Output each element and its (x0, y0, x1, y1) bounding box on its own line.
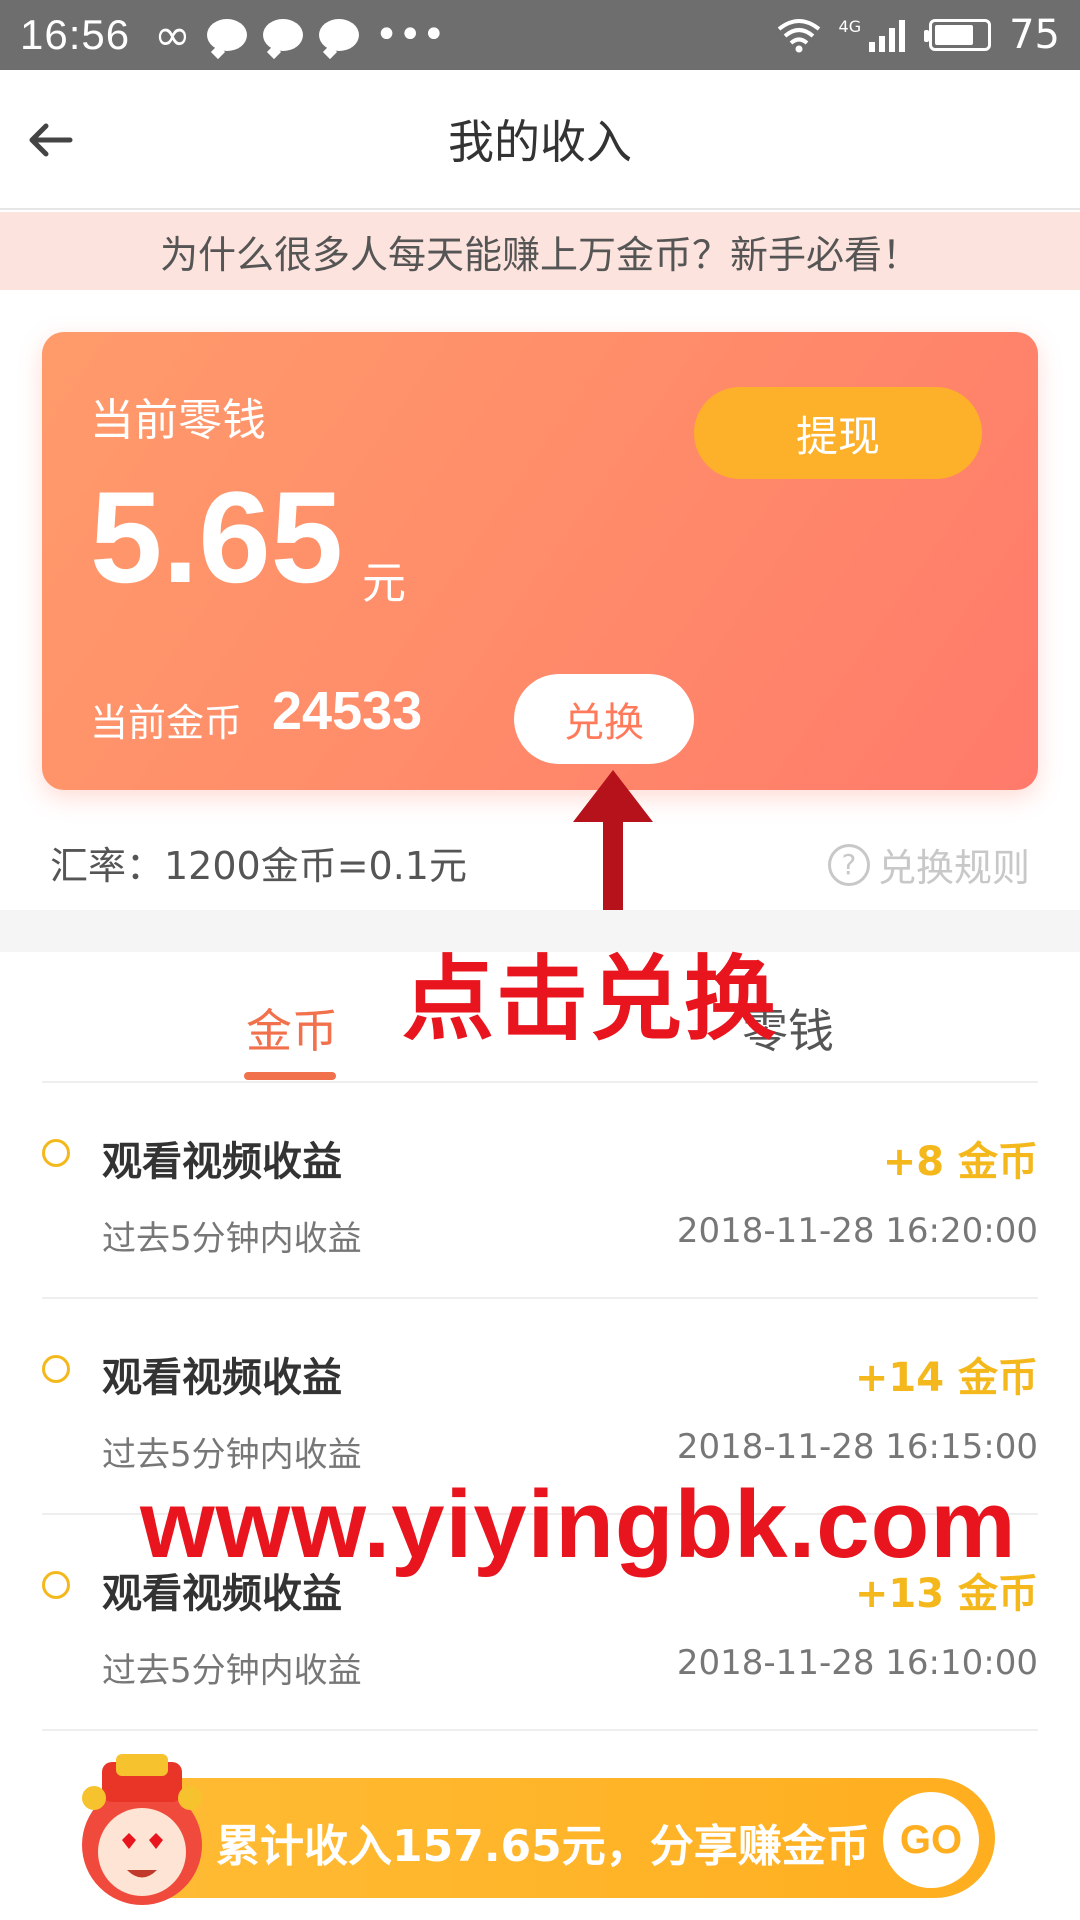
network-type: 4G (838, 16, 862, 36)
annotation-arrow-icon (573, 770, 653, 910)
exchange-rate: 汇率：1200金币=0.1元 (50, 844, 467, 888)
page-title: 我的收入 (448, 115, 632, 169)
record-title: 观看视频收益 (102, 1139, 342, 1185)
share-bar[interactable]: 累计收入157.65元，分享赚金币 GO (110, 1778, 995, 1898)
infinity-icon: ∞ (154, 9, 191, 61)
record-subtitle: 过去5分钟内收益 (102, 1435, 362, 1475)
top-nav: 我的收入 (0, 70, 1080, 210)
battery-icon (924, 19, 992, 51)
total-income-text: 累计收入157.65元，分享赚金币 (216, 1821, 870, 1872)
tutorial-banner[interactable]: 为什么很多人每天能赚上万金币？新手必看！ (0, 212, 1080, 290)
record-subtitle: 过去5分钟内收益 (102, 1651, 362, 1691)
active-tab-indicator (244, 1072, 336, 1080)
record-time: 2018-11-28 16:15:00 (676, 1427, 1038, 1467)
exchange-rules-label: 兑换规则 (877, 846, 1030, 890)
list-item: 观看视频收益 +8 金币 过去5分钟内收益 2018-11-28 16:20:0… (42, 1083, 1038, 1299)
notification-icons: ∞ ••• (154, 10, 445, 61)
chat-bubble-icon (262, 19, 303, 51)
annotation-click-exchange: 点击兑换 (402, 946, 779, 1053)
record-time: 2018-11-28 16:20:00 (676, 1211, 1038, 1251)
withdraw-button[interactable]: 提现 (694, 387, 982, 479)
signal-icon (869, 20, 906, 52)
record-gain: +8 金币 (882, 1139, 1038, 1185)
balance-section: 当前零钱 5.65 元 提现 当前金币 24533 兑换 汇率：1200金币=0… (0, 290, 1080, 910)
status-time: 16:56 (20, 11, 131, 58)
coins-value: 24533 (272, 681, 423, 741)
battery-level: 75 (1009, 12, 1060, 58)
coins-label: 当前金币 (90, 701, 243, 745)
mascot-icon (82, 1754, 202, 1905)
bullet-icon (42, 1139, 70, 1167)
income-record-list: 观看视频收益 +8 金币 过去5分钟内收益 2018-11-28 16:20:0… (42, 1083, 1038, 1731)
balance-amount: 5.65 (90, 464, 344, 610)
status-right: 4G 75 (777, 12, 1060, 58)
record-time: 2018-11-28 16:10:00 (676, 1643, 1038, 1683)
exchange-rules-link[interactable]: ? 兑换规则 (827, 837, 1030, 892)
chat-bubble-icon (318, 19, 359, 51)
balance-unit: 元 (362, 558, 406, 609)
balance-label: 当前零钱 (90, 395, 266, 446)
record-title: 观看视频收益 (102, 1355, 342, 1401)
wifi-icon (777, 19, 820, 53)
exchange-button[interactable]: 兑换 (514, 674, 694, 764)
watermark-url: www.yiyingbk.com (140, 1471, 1017, 1578)
bullet-icon (42, 1571, 70, 1599)
more-dots-icon: ••• (374, 12, 446, 58)
record-subtitle: 过去5分钟内收益 (102, 1219, 362, 1259)
back-button[interactable] (22, 110, 82, 170)
help-icon: ? (827, 843, 870, 886)
back-arrow-icon (29, 123, 73, 157)
balance-card: 当前零钱 5.65 元 提现 当前金币 24533 兑换 (42, 332, 1038, 790)
go-button[interactable]: GO (883, 1792, 979, 1888)
status-bar: 16:56 ∞ ••• 4G 75 (0, 0, 1080, 70)
tab-coins[interactable]: 金币 (246, 995, 338, 1061)
record-gain: +14 金币 (854, 1355, 1038, 1401)
income-page: 16:56 ∞ ••• 4G 75 我的收入 为什么很多人每天能赚上万金币？新手… (0, 0, 1080, 1920)
bullet-icon (42, 1355, 70, 1383)
chat-bubble-icon (206, 19, 247, 51)
